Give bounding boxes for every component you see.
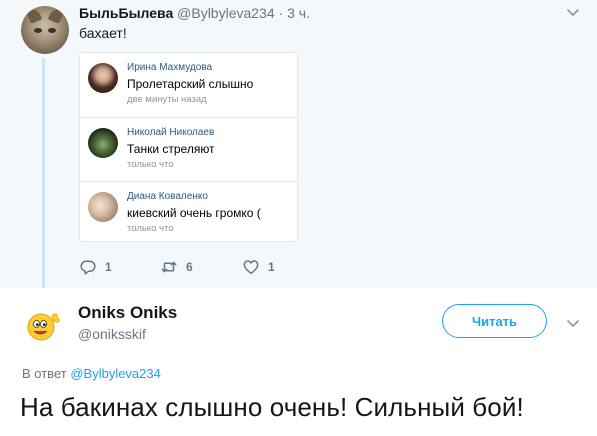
reply-to-link[interactable]: @Bylbyleva234 [70, 366, 161, 381]
retweet-button[interactable]: 6 [160, 257, 193, 277]
retweet-count: 6 [186, 260, 193, 274]
attached-comments-image[interactable]: Ирина Махмудова Пролетарский слышно две … [79, 52, 298, 242]
display-name[interactable]: БыльБылева [79, 5, 173, 21]
comment-item: Николай Николаев Танки стреляют только ч… [80, 117, 297, 181]
comment-author: Диана Коваленко [127, 191, 208, 202]
reply-prefix: В ответ [22, 366, 67, 381]
comment-item: Диана Коваленко киевский очень громко ( … [80, 181, 297, 241]
thread-connector-line [42, 58, 45, 288]
avatar-cat-ear [25, 6, 43, 24]
tweet-text: бахает! [79, 25, 127, 41]
comment-avatar [88, 63, 118, 93]
comment-avatar [88, 192, 118, 222]
display-name[interactable]: Oniks Oniks [78, 303, 177, 323]
separator-dot: · [278, 5, 284, 21]
like-button[interactable]: 1 [242, 257, 275, 277]
user-handle[interactable]: @Bylbyleva234 [177, 5, 275, 21]
reply-count: 1 [105, 260, 112, 274]
parent-tweet[interactable]: БыльБылева @Bylbyleva234 · 3 ч. бахает! … [0, 0, 597, 288]
comment-time: две минуты назад [127, 94, 207, 105]
avatar-cat-ear [47, 6, 65, 24]
tweet-timestamp[interactable]: 3 ч. [287, 5, 310, 21]
avatar[interactable] [22, 304, 64, 346]
comment-avatar [88, 128, 118, 158]
user-handle[interactable]: @oniksskif [78, 326, 146, 342]
comment-item: Ирина Махмудова Пролетарский слышно две … [80, 53, 297, 117]
reply-context: В ответ @Bylbyleva234 [22, 366, 161, 381]
tweet-header: БыльБылева @Bylbyleva234 · 3 ч. [79, 5, 310, 21]
heart-icon [243, 260, 259, 275]
avatar-cat-eye [48, 28, 56, 33]
reply-button[interactable]: 1 [79, 257, 112, 277]
comment-time: только что [127, 223, 174, 234]
comment-text: киевский очень громко ( [127, 206, 261, 220]
follow-button[interactable]: Читать [442, 304, 547, 338]
avatar[interactable] [21, 6, 69, 54]
comment-text: Пролетарский слышно [127, 77, 254, 91]
comment-time: только что [127, 159, 174, 170]
avatar-cat-eye [34, 28, 42, 33]
like-count: 1 [268, 260, 275, 274]
reply-icon [80, 260, 96, 275]
tweet-text: На бакинах слышно очень! Сильный бой! [20, 392, 524, 422]
comment-author: Ирина Махмудова [127, 62, 213, 73]
comment-author: Николай Николаев [127, 127, 215, 138]
chevron-down-icon[interactable] [565, 315, 581, 331]
chevron-down-icon[interactable] [565, 4, 581, 20]
comment-text: Танки стреляют [127, 142, 215, 156]
retweet-icon [161, 261, 177, 273]
